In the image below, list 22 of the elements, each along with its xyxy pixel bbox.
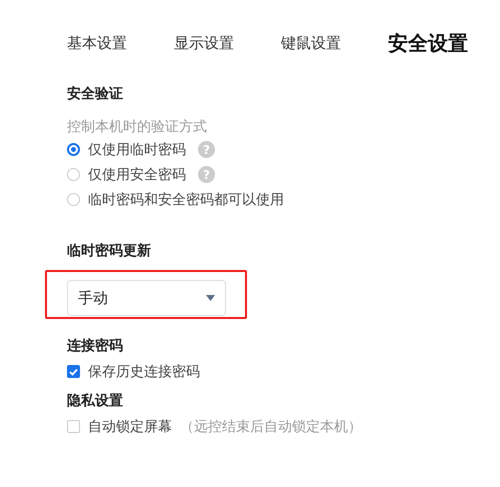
checkbox[interactable]	[67, 365, 80, 378]
settings-tab[interactable]: 安全设置	[388, 32, 495, 54]
dropdown[interactable]: 手动	[67, 280, 226, 316]
settings-tab[interactable]: 基本设置	[67, 32, 174, 54]
settings-tab[interactable]: 显示设置	[174, 32, 281, 54]
option-label: 自动锁定屏幕	[88, 418, 172, 436]
checkbox[interactable]	[67, 420, 80, 433]
section-title: 安全验证	[67, 85, 124, 103]
description-text: 控制本机时的验证方式	[67, 118, 208, 137]
option-note: （远控结束后自动锁定本机）	[180, 418, 362, 436]
caret-icon	[206, 295, 215, 301]
option-label: 保存历史连接密码	[88, 362, 200, 380]
option-label: 临时密码和安全密码都可以使用	[88, 190, 284, 208]
radio-button[interactable]	[67, 143, 80, 156]
section-title: 隐私设置	[67, 392, 124, 410]
option-label: 仅使用安全密码	[88, 166, 186, 184]
section-title: 连接密码	[67, 337, 124, 355]
radio-button[interactable]	[67, 168, 80, 181]
radio-button[interactable]	[67, 193, 80, 206]
option-label: 仅使用临时密码	[88, 140, 186, 158]
settings-tab[interactable]: 键鼠设置	[281, 32, 388, 54]
section-title: 临时密码更新	[67, 242, 152, 260]
